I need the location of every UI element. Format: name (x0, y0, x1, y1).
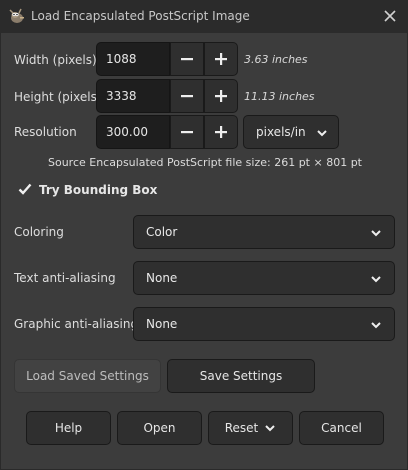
chevron-down-icon (317, 130, 327, 137)
width-increment-button[interactable] (204, 42, 238, 76)
chevron-down-icon (265, 425, 275, 432)
open-button[interactable]: Open (117, 411, 202, 445)
minus-icon (181, 131, 193, 134)
text-antialiasing-value: None (146, 271, 178, 285)
resolution-unit-select[interactable]: pixels/in (243, 115, 339, 149)
width-inches-hint: 3.63 inches (244, 53, 308, 66)
height-label: Height (pixels) (14, 90, 102, 104)
load-saved-settings-button[interactable]: Load Saved Settings (14, 359, 161, 393)
height-inches-hint: 11.13 inches (244, 90, 315, 103)
coloring-label: Coloring (14, 225, 64, 239)
width-decrement-button[interactable] (170, 42, 204, 76)
resolution-decrement-button[interactable] (170, 115, 204, 149)
resolution-label: Resolution (14, 125, 77, 139)
reset-button[interactable]: Reset (208, 411, 293, 445)
window-title: Load Encapsulated PostScript Image (31, 9, 250, 23)
plus-icon (215, 126, 227, 138)
height-input[interactable] (97, 80, 169, 112)
resolution-input[interactable] (97, 116, 169, 148)
chevron-down-icon (371, 276, 381, 283)
help-button[interactable]: Help (26, 411, 111, 445)
source-file-size: Source Encapsulated PostScript file size… (47, 156, 362, 169)
dialog-content: Width (pixels) 3.63 inches Height (pixel… (0, 33, 408, 470)
width-field[interactable] (96, 42, 170, 76)
width-label: Width (pixels) (14, 53, 97, 67)
chevron-down-icon (371, 322, 381, 329)
height-field[interactable] (96, 79, 170, 113)
plus-icon (215, 53, 227, 65)
resolution-field[interactable] (96, 115, 170, 149)
resolution-unit-value: pixels/in (256, 125, 306, 139)
height-increment-button[interactable] (204, 79, 238, 113)
chevron-down-icon (371, 230, 381, 237)
text-antialiasing-label: Text anti-aliasing (14, 271, 116, 285)
close-button[interactable] (380, 6, 400, 26)
text-antialiasing-select[interactable]: None (133, 261, 395, 295)
close-icon (384, 10, 396, 22)
checkmark-icon[interactable] (18, 182, 32, 196)
width-input[interactable] (97, 43, 169, 75)
minus-icon (181, 95, 193, 98)
graphic-antialiasing-select[interactable]: None (133, 307, 395, 341)
graphic-antialiasing-label: Graphic anti-aliasing (14, 317, 139, 331)
coloring-select[interactable]: Color (133, 215, 395, 249)
cancel-button[interactable]: Cancel (299, 411, 384, 445)
try-bounding-box-checkbox[interactable]: Try Bounding Box (39, 183, 157, 197)
height-decrement-button[interactable] (170, 79, 204, 113)
title-bar: Load Encapsulated PostScript Image (0, 0, 408, 33)
resolution-increment-button[interactable] (204, 115, 238, 149)
minus-icon (181, 58, 193, 61)
gimp-wilber-icon (9, 8, 24, 23)
plus-icon (215, 90, 227, 102)
save-settings-button[interactable]: Save Settings (167, 359, 315, 393)
coloring-value: Color (146, 225, 178, 239)
reset-button-label: Reset (224, 421, 259, 435)
graphic-antialiasing-value: None (146, 317, 178, 331)
